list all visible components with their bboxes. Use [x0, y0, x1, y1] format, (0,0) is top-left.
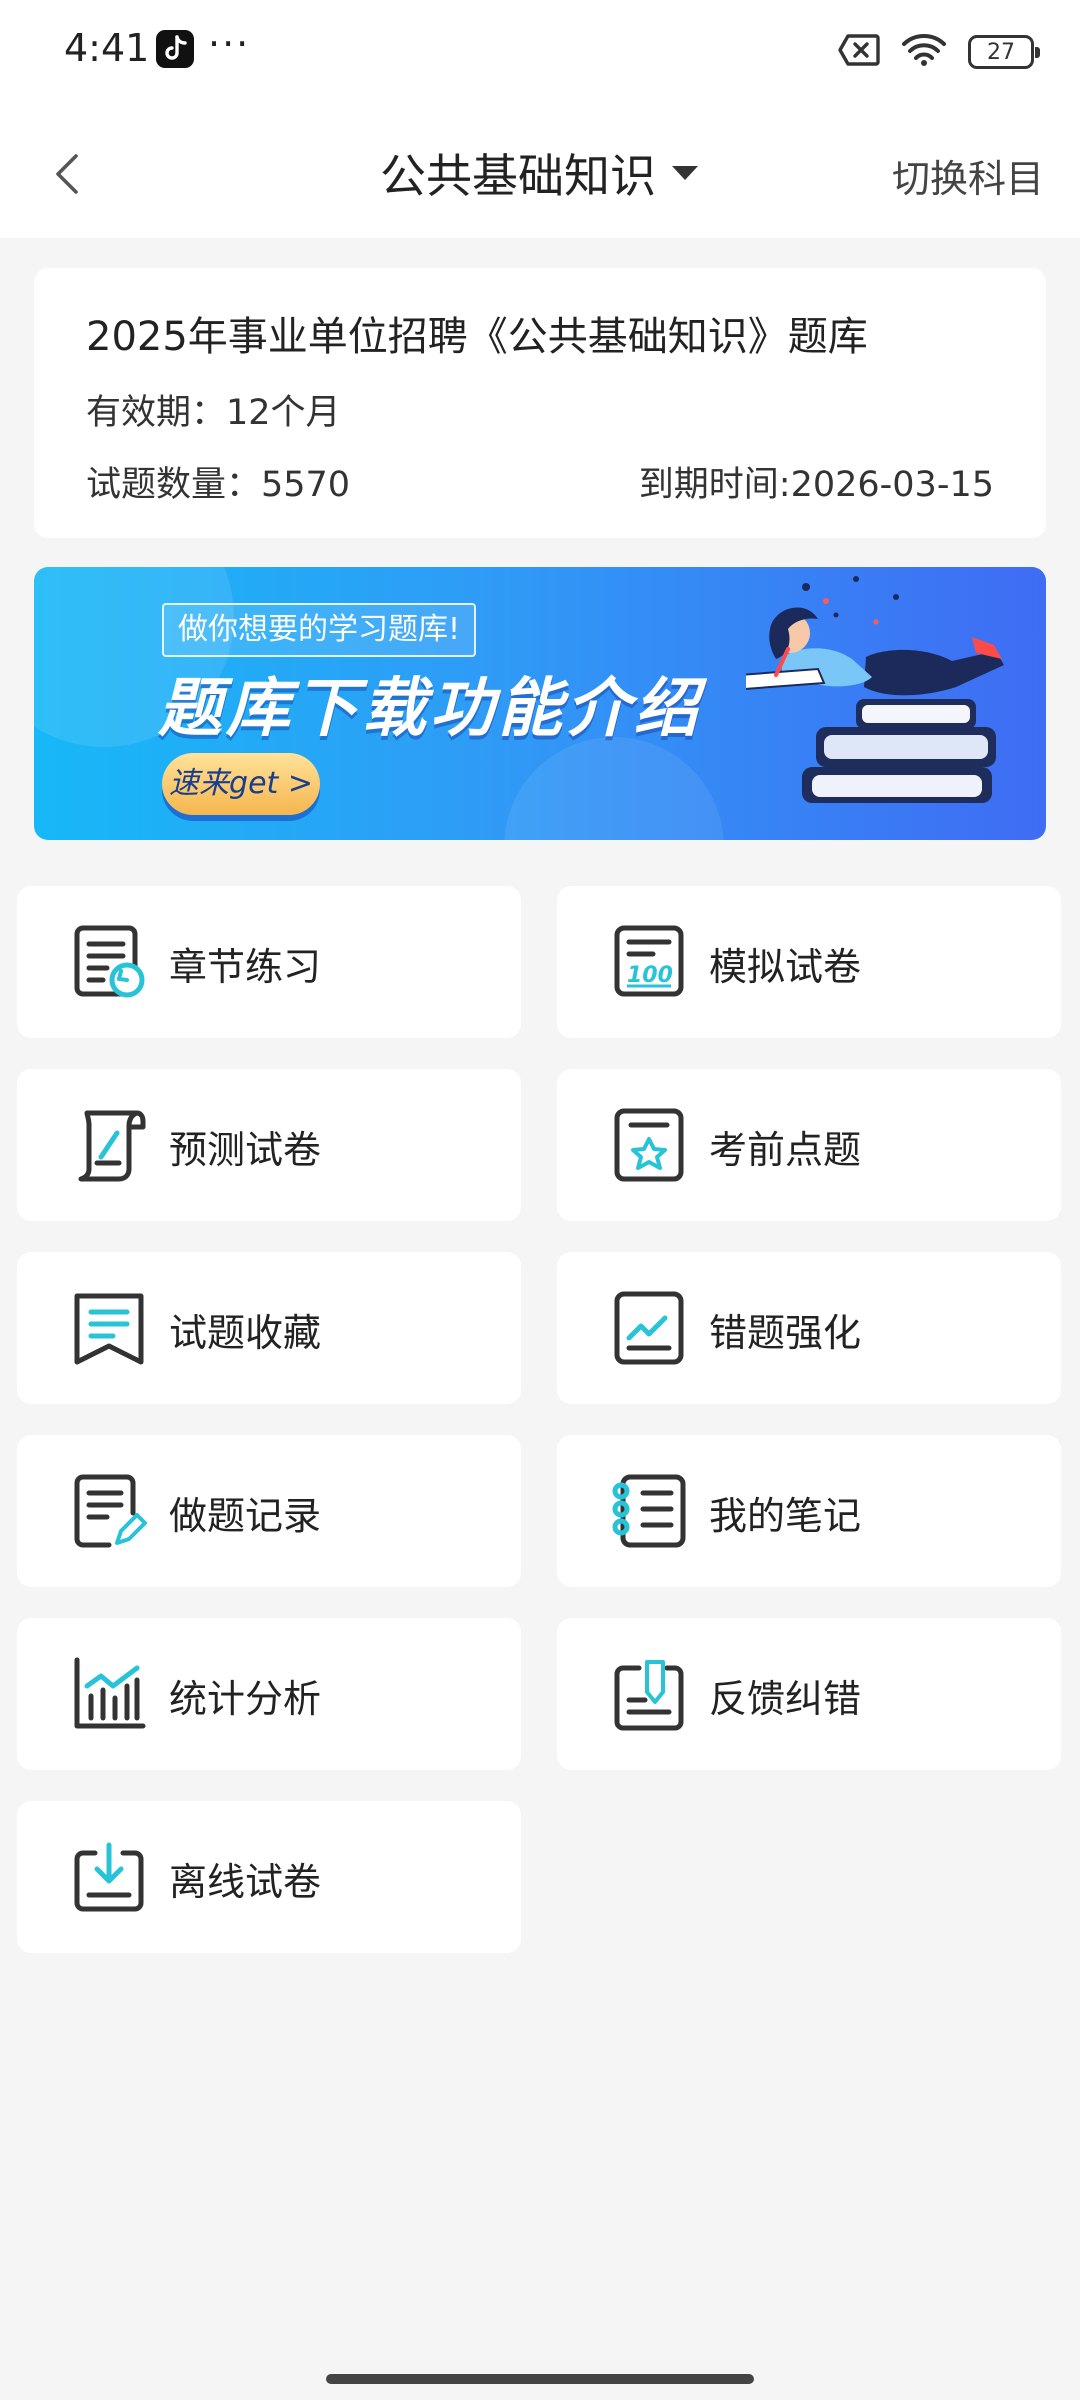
favorites-icon	[71, 1290, 147, 1366]
promo-banner[interactable]: 做你想要的学习题库! 题库下载功能介绍 速来get >	[34, 567, 1046, 840]
no-sim-icon	[838, 34, 880, 70]
menu-label: 统计分析	[169, 1677, 322, 1721]
forecast-exam-icon	[71, 1107, 147, 1183]
feedback-icon	[611, 1656, 687, 1732]
menu-label: 预测试卷	[169, 1128, 322, 1172]
menu-chapter-practice[interactable]: 章节练习	[17, 886, 521, 1038]
menu-feedback[interactable]: 反馈纠错	[557, 1618, 1061, 1770]
menu-key-points[interactable]: 考前点题	[557, 1069, 1061, 1221]
wrong-questions-icon	[611, 1290, 687, 1366]
tiktok-notification-icon	[156, 30, 194, 68]
menu-label: 错题强化	[709, 1311, 862, 1355]
menu-label: 试题收藏	[169, 1311, 322, 1355]
menu-label: 模拟试卷	[709, 945, 862, 989]
chapter-practice-icon	[71, 924, 147, 1000]
menu-mock-exam[interactable]: 100 模拟试卷	[557, 886, 1061, 1038]
switch-subject-button[interactable]: 切换科目	[892, 148, 1044, 203]
question-count: 试题数量：5570	[86, 465, 351, 505]
menu-favorites[interactable]: 试题收藏	[17, 1252, 521, 1404]
banner-get-button[interactable]: 速来get >	[162, 753, 320, 815]
svg-text:100: 100	[627, 963, 673, 988]
banner-subtitle: 做你想要的学习题库!	[162, 603, 477, 657]
menu-statistics[interactable]: 统计分析	[17, 1618, 521, 1770]
menu-practice-record[interactable]: 做题记录	[17, 1435, 521, 1587]
expiry-date: 到期时间:2026-03-15	[638, 465, 994, 505]
more-notifications-icon: ···	[208, 22, 251, 66]
status-time: 4:41	[64, 26, 150, 70]
top-nav-bar: 公共基础知识 切换科目	[0, 110, 1080, 238]
menu-forecast-exam[interactable]: 预测试卷	[17, 1069, 521, 1221]
mock-exam-icon: 100	[611, 924, 687, 1000]
menu-label: 章节练习	[169, 945, 322, 989]
validity-period: 有效期：12个月	[86, 393, 341, 433]
menu-label: 我的笔记	[709, 1494, 862, 1538]
notes-icon	[611, 1473, 687, 1549]
menu-label: 反馈纠错	[709, 1677, 862, 1721]
status-bar: 4:41 ··· 27	[0, 0, 1080, 110]
menu-label: 做题记录	[169, 1494, 322, 1538]
question-bank-title: 2025年事业单位招聘《公共基础知识》题库	[86, 314, 868, 360]
offline-download-icon	[71, 1839, 147, 1915]
question-bank-info-card: 2025年事业单位招聘《公共基础知识》题库 有效期：12个月 试题数量：5570…	[34, 268, 1046, 538]
practice-record-icon	[71, 1473, 147, 1549]
subject-selector[interactable]: 公共基础知识	[380, 140, 698, 206]
menu-offline-exam[interactable]: 离线试卷	[17, 1801, 521, 1953]
battery-icon: 27	[968, 35, 1040, 69]
key-points-icon	[611, 1107, 687, 1183]
menu-my-notes[interactable]: 我的笔记	[557, 1435, 1061, 1587]
home-indicator[interactable]	[326, 2374, 754, 2384]
back-arrow-icon[interactable]	[40, 142, 104, 206]
statistics-icon	[71, 1656, 147, 1732]
caret-down-icon	[672, 166, 698, 180]
banner-headline: 题库下载功能介绍	[158, 672, 702, 746]
wifi-icon	[902, 33, 946, 71]
reading-girl-illustration	[738, 567, 1026, 840]
menu-wrong-questions[interactable]: 错题强化	[557, 1252, 1061, 1404]
menu-label: 离线试卷	[169, 1860, 322, 1904]
page-title: 公共基础知识	[380, 149, 656, 203]
battery-level: 27	[987, 39, 1015, 65]
menu-label: 考前点题	[709, 1128, 862, 1172]
